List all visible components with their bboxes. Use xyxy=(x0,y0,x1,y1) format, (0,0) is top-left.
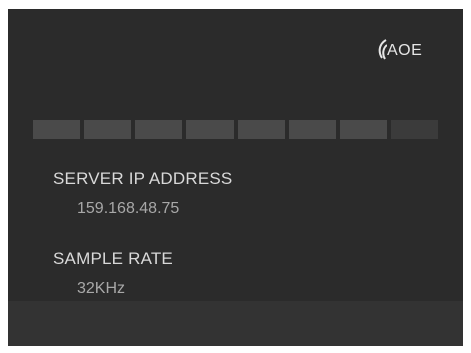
server-ip-label: SERVER IP ADDRESS xyxy=(53,169,233,188)
level-meter xyxy=(33,120,438,139)
signal-arcs-icon xyxy=(378,39,387,60)
level-segment xyxy=(135,120,183,139)
device-screen: AOE SERVER IP ADDRESS 159.168.48.75 SAMP… xyxy=(8,9,463,346)
level-segment xyxy=(33,120,81,139)
level-segment xyxy=(390,120,438,139)
level-segment xyxy=(339,120,387,139)
level-segment xyxy=(186,120,234,139)
level-segment xyxy=(84,120,132,139)
sample-rate-label: SAMPLE RATE xyxy=(53,249,173,268)
level-segment xyxy=(237,120,285,139)
brand-logo: AOE xyxy=(373,34,422,60)
bottom-bar xyxy=(8,301,463,346)
sample-rate-value: 32KHz xyxy=(77,280,126,297)
logo-text: AOE xyxy=(387,42,423,59)
level-segment xyxy=(288,120,336,139)
server-ip-value: 159.168.48.75 xyxy=(77,200,180,217)
